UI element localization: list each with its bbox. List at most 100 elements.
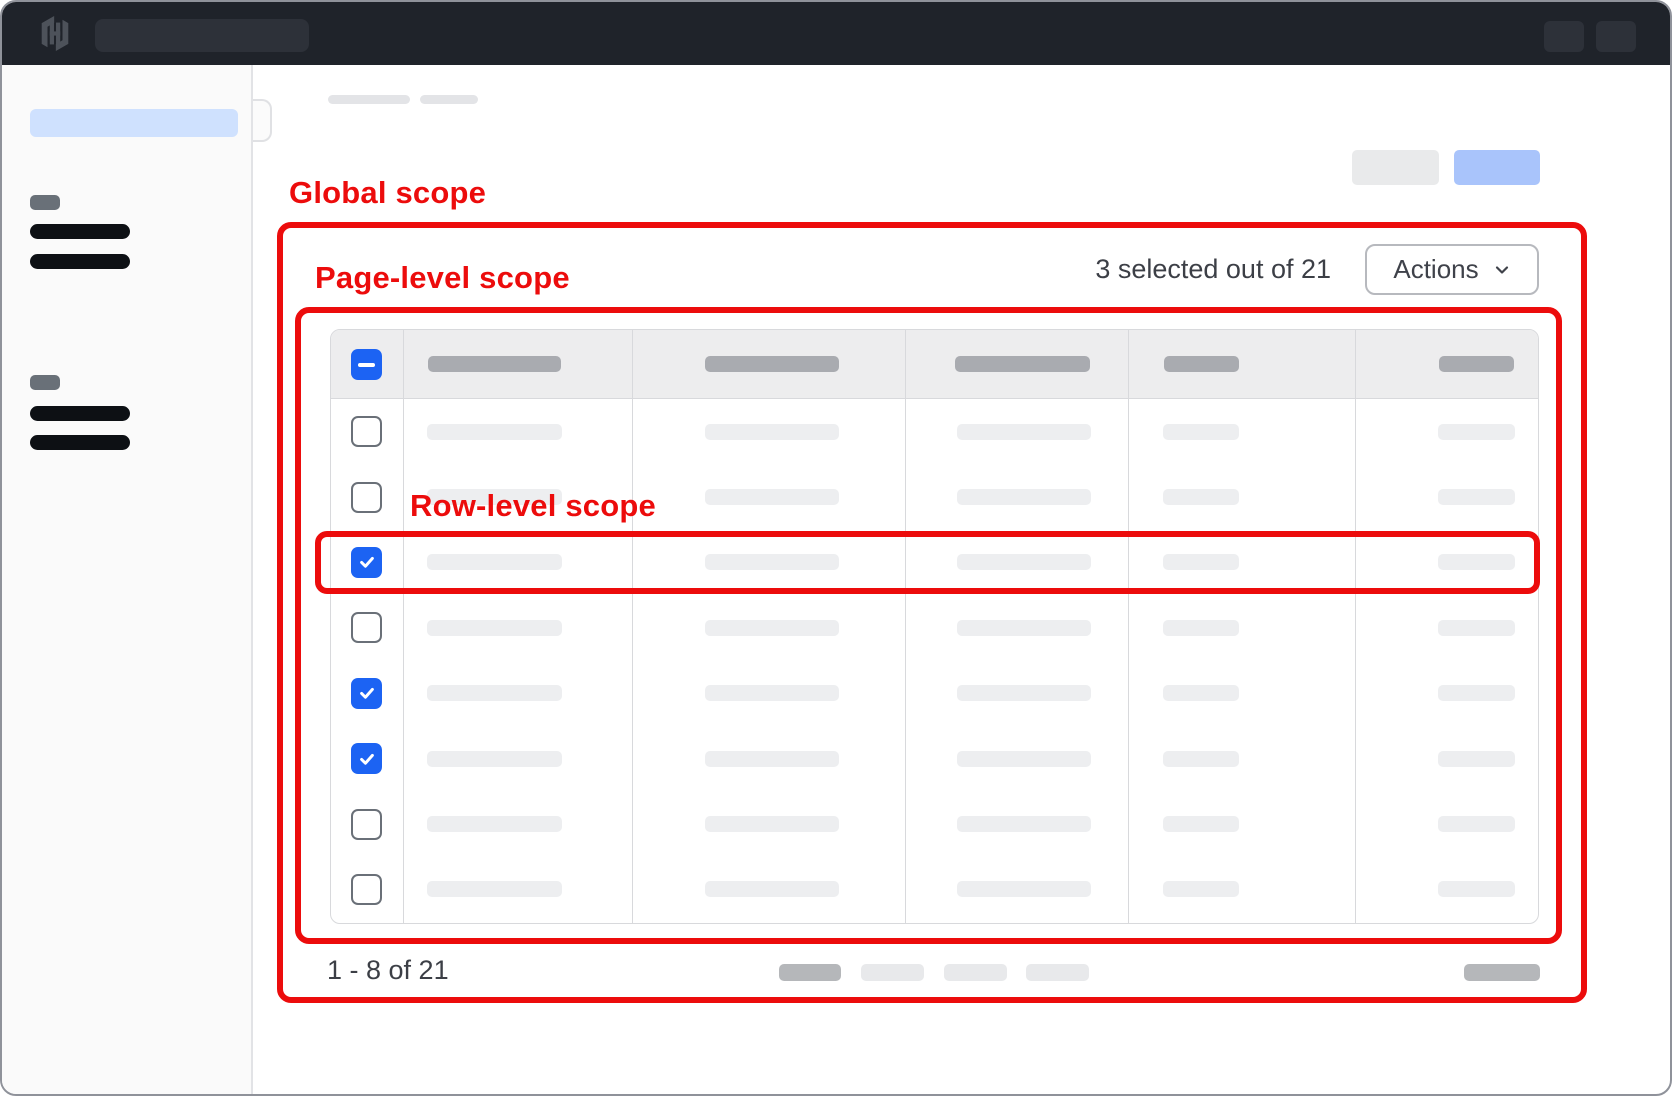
row-checkbox[interactable] [351, 678, 382, 709]
table-body [331, 399, 1538, 922]
cell-placeholder [427, 816, 562, 832]
cell-placeholder [957, 489, 1091, 505]
column-header-placeholder [955, 356, 1090, 372]
cell-placeholder [1438, 620, 1515, 636]
selection-summary: 3 selected out of 21 [1002, 244, 1331, 295]
cell-placeholder [705, 489, 839, 505]
cell-placeholder [957, 816, 1091, 832]
cell-placeholder [1438, 685, 1515, 701]
table-row [331, 726, 1538, 791]
cell-placeholder [1163, 489, 1239, 505]
cell-placeholder [1438, 751, 1515, 767]
sidebar-item-placeholder[interactable] [30, 406, 130, 421]
cell-placeholder [427, 881, 562, 897]
row-scope-label: Row-level scope [410, 489, 656, 523]
select-all-checkbox[interactable] [351, 349, 382, 380]
cell-placeholder [1438, 424, 1515, 440]
app-window: Global scope Page-level scope 3 selected… [0, 0, 1672, 1096]
cell-placeholder [705, 685, 839, 701]
global-scope-label: Global scope [289, 176, 486, 210]
column-divider [403, 330, 404, 923]
cell-placeholder [705, 424, 839, 440]
row-checkbox[interactable] [351, 874, 382, 905]
cell-placeholder [1438, 816, 1515, 832]
table-row [331, 661, 1538, 726]
column-header-placeholder [705, 356, 839, 372]
cell-placeholder [427, 620, 562, 636]
cell-placeholder [705, 554, 839, 570]
row-checkbox[interactable] [351, 612, 382, 643]
breadcrumb-placeholder[interactable] [328, 95, 410, 104]
column-header-placeholder [1439, 356, 1514, 372]
cell-placeholder [957, 751, 1091, 767]
page-scope-label: Page-level scope [315, 261, 570, 295]
sidebar-item-placeholder[interactable] [30, 254, 130, 269]
topbar-button-placeholder[interactable] [1544, 21, 1584, 52]
row-checkbox[interactable] [351, 416, 382, 447]
cell-placeholder [1438, 489, 1515, 505]
actions-button[interactable]: Actions [1365, 244, 1539, 295]
row-checkbox[interactable] [351, 547, 382, 578]
cell-placeholder [1163, 620, 1239, 636]
row-checkbox[interactable] [351, 743, 382, 774]
table-row [331, 791, 1538, 856]
cell-placeholder [957, 554, 1091, 570]
pagination-page-placeholder[interactable] [944, 964, 1007, 981]
pagination-page-placeholder[interactable] [1026, 964, 1089, 981]
column-divider [1128, 330, 1129, 923]
column-header-placeholder [1164, 356, 1239, 372]
check-icon [358, 750, 376, 768]
sidebar-active-item[interactable] [30, 109, 238, 137]
check-icon [358, 553, 376, 571]
data-table [330, 329, 1539, 924]
cell-placeholder [427, 424, 562, 440]
cell-placeholder [1438, 881, 1515, 897]
pagination-range-label: 1 - 8 of 21 [327, 955, 449, 985]
sidebar-item-placeholder[interactable] [30, 435, 130, 450]
primary-button-placeholder[interactable] [1454, 150, 1540, 185]
cell-placeholder [957, 685, 1091, 701]
cell-placeholder [957, 620, 1091, 636]
sidebar-item-placeholder[interactable] [30, 224, 130, 239]
cell-placeholder [1163, 816, 1239, 832]
cell-placeholder [705, 816, 839, 832]
sidebar-section-label-placeholder [30, 375, 60, 390]
cell-placeholder [1163, 881, 1239, 897]
cell-placeholder [957, 424, 1091, 440]
column-header-placeholder [428, 356, 561, 372]
table-row [331, 399, 1538, 464]
table-row [331, 857, 1538, 922]
secondary-button-placeholder[interactable] [1352, 150, 1439, 185]
topbar [2, 2, 1670, 65]
cell-placeholder [427, 685, 562, 701]
chevron-down-icon [1493, 261, 1511, 279]
cell-placeholder [1163, 685, 1239, 701]
pagination-size-placeholder[interactable] [1464, 964, 1540, 981]
pagination-page-placeholder[interactable] [861, 964, 924, 981]
pagination-page-placeholder[interactable] [779, 964, 841, 981]
sidebar-toggle-tab[interactable] [253, 99, 272, 142]
cell-placeholder [705, 620, 839, 636]
topbar-button-placeholder[interactable] [1596, 21, 1636, 52]
breadcrumb-placeholder[interactable] [420, 95, 478, 104]
sidebar [2, 65, 253, 1094]
cell-placeholder [1163, 554, 1239, 570]
cell-placeholder [705, 881, 839, 897]
table-row [331, 595, 1538, 660]
column-divider [1355, 330, 1356, 923]
cell-placeholder [1438, 554, 1515, 570]
cell-placeholder [1163, 424, 1239, 440]
search-placeholder[interactable] [95, 19, 309, 52]
row-checkbox[interactable] [351, 482, 382, 513]
cell-placeholder [705, 751, 839, 767]
actions-button-label: Actions [1393, 254, 1478, 285]
sidebar-section-label-placeholder [30, 195, 60, 210]
cell-placeholder [427, 554, 562, 570]
cell-placeholder [957, 881, 1091, 897]
row-checkbox[interactable] [351, 809, 382, 840]
check-icon [358, 684, 376, 702]
column-divider [905, 330, 906, 923]
hashicorp-logo-icon [38, 15, 72, 52]
cell-placeholder [427, 751, 562, 767]
cell-placeholder [1163, 751, 1239, 767]
